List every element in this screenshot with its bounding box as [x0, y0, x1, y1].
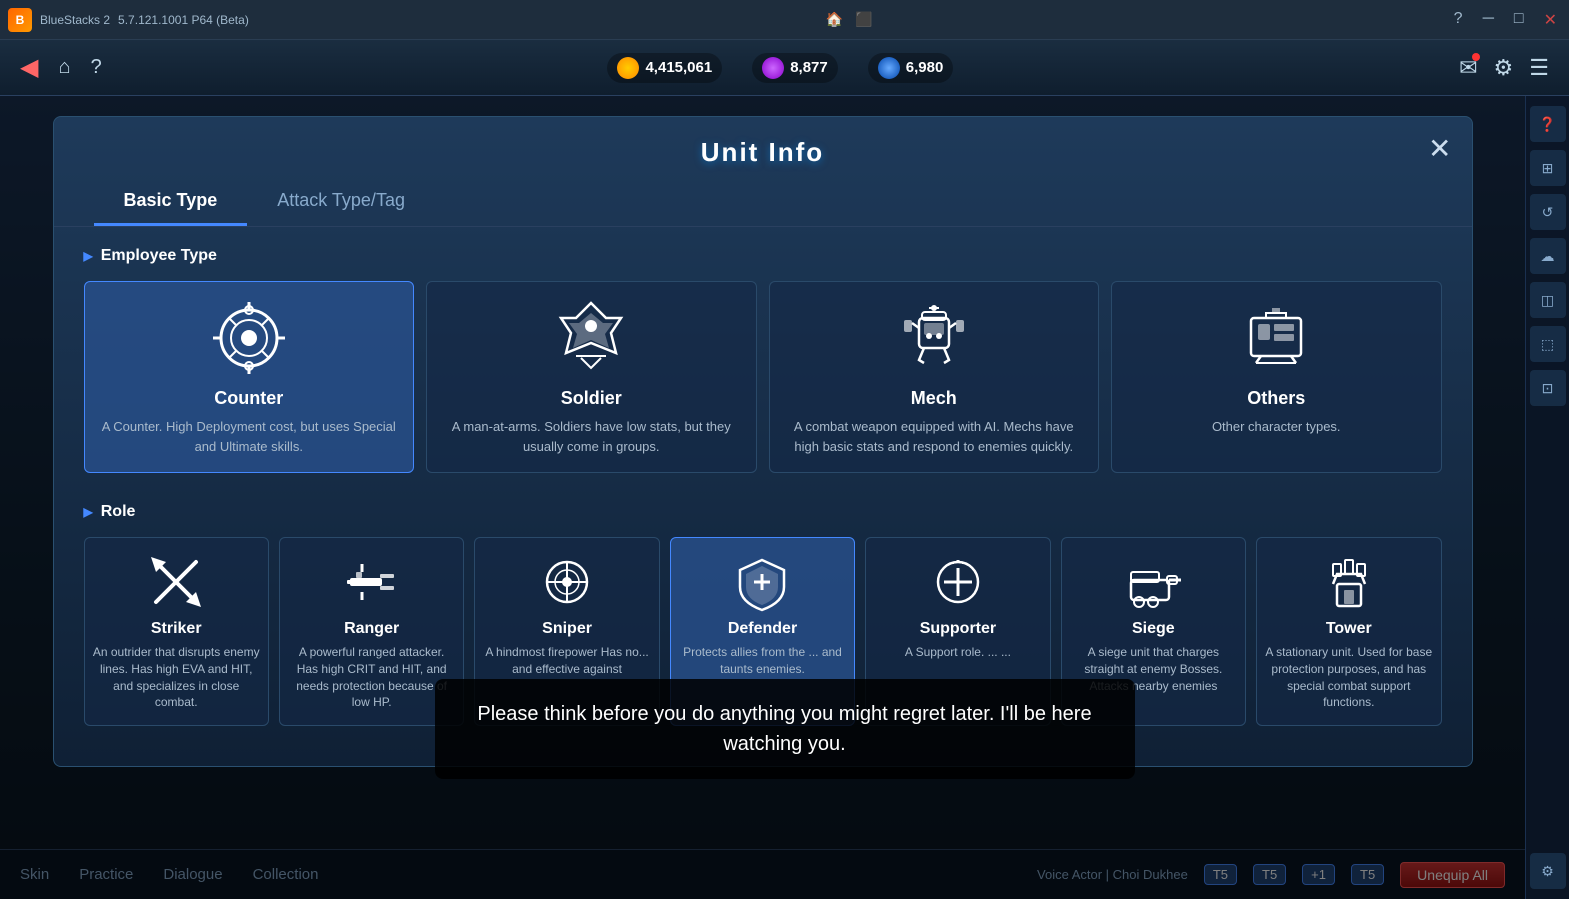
- settings-icon[interactable]: ⚙: [1494, 55, 1514, 81]
- ranger-icon: [342, 552, 402, 612]
- top-nav-left: ◀ ⌂ ?: [20, 53, 102, 82]
- ranger-desc: A powerful ranged attacker. Has high CRI…: [288, 644, 455, 711]
- counter-name: Counter: [97, 388, 402, 409]
- sidebar-btn-5[interactable]: ◫: [1530, 282, 1566, 318]
- sidebar-btn-2[interactable]: ⊞: [1530, 150, 1566, 186]
- crystal-currency: 6,980: [868, 53, 954, 83]
- close-ctrl[interactable]: ✕: [1540, 10, 1561, 30]
- sniper-icon: [537, 552, 597, 612]
- others-icon: [1236, 298, 1316, 378]
- counter-desc: A Counter. High Deployment cost, but use…: [97, 417, 402, 456]
- siege-name: Siege: [1070, 620, 1237, 638]
- help-nav-icon[interactable]: ?: [91, 56, 102, 79]
- home-icon[interactable]: 🏠: [826, 11, 843, 28]
- role-header: Role: [84, 503, 1442, 521]
- window-icon[interactable]: ⬛: [855, 11, 872, 28]
- mech-desc: A combat weapon equipped with AI. Mechs …: [782, 417, 1087, 456]
- tab-basic-type[interactable]: Basic Type: [94, 178, 248, 226]
- others-desc: Other character types.: [1124, 417, 1429, 437]
- back-button[interactable]: ◀: [20, 53, 38, 82]
- sidebar-btn-1[interactable]: ❓: [1530, 106, 1566, 142]
- type-card-mech[interactable]: Mech A combat weapon equipped with AI. M…: [769, 281, 1100, 473]
- help-ctrl[interactable]: ?: [1450, 10, 1467, 30]
- tower-desc: A stationary unit. Used for base protect…: [1265, 644, 1432, 711]
- sidebar-bottom-btn[interactable]: ⚙: [1530, 851, 1566, 891]
- striker-icon: [146, 552, 206, 612]
- others-name: Others: [1124, 388, 1429, 409]
- title-bar: B BlueStacks 2 5.7.121.1001 P64 (Beta) 🏠…: [0, 0, 1569, 40]
- soldier-icon: [551, 298, 631, 378]
- title-bar-icons: 🏠 ⬛: [826, 11, 873, 28]
- striker-name: Striker: [93, 620, 260, 638]
- maximize-ctrl[interactable]: □: [1510, 10, 1528, 30]
- notification-text: Please think before you do anything you …: [477, 703, 1091, 755]
- notification-overlay: Please think before you do anything you …: [435, 679, 1135, 779]
- soldier-name: Soldier: [439, 388, 744, 409]
- mail-button[interactable]: ✉: [1459, 55, 1477, 81]
- gold-value: 4,415,061: [645, 59, 712, 76]
- crystal-icon: [878, 57, 900, 79]
- main-content: ❓ ⊞ ↺ ☁ ◫ ⬚ ⊡ ⚙ Unit Info ✕ Basic Type A…: [0, 96, 1569, 899]
- mech-name: Mech: [782, 388, 1087, 409]
- ranger-name: Ranger: [288, 620, 455, 638]
- sidebar-btn-6[interactable]: ⬚: [1530, 326, 1566, 362]
- gem-currency: 8,877: [752, 53, 838, 83]
- supporter-desc: A Support role. ... ...: [874, 644, 1041, 661]
- gold-currency: 4,415,061: [607, 53, 722, 83]
- modal-close-button[interactable]: ✕: [1428, 132, 1451, 165]
- type-card-others[interactable]: Others Other character types.: [1111, 281, 1442, 473]
- striker-desc: An outrider that disrupts enemy lines. H…: [93, 644, 260, 711]
- home-nav-icon[interactable]: ⌂: [58, 56, 70, 79]
- gem-value: 8,877: [790, 59, 828, 76]
- supporter-icon: [928, 552, 988, 612]
- app-logo: B: [8, 8, 32, 32]
- sniper-desc: A hindmost firepower Has no... and effec…: [483, 644, 650, 678]
- sidebar-btn-3[interactable]: ↺: [1530, 194, 1566, 230]
- defender-icon: [732, 552, 792, 612]
- crystal-value: 6,980: [906, 59, 944, 76]
- sidebar-btn-4[interactable]: ☁: [1530, 238, 1566, 274]
- app-name: BlueStacks 2: [40, 13, 110, 27]
- mail-notification-dot: [1472, 53, 1480, 61]
- top-nav-right: ✉ ⚙ ☰: [1459, 55, 1549, 81]
- supporter-name: Supporter: [874, 620, 1041, 638]
- role-card-tower[interactable]: Tower A stationary unit. Used for base p…: [1256, 537, 1441, 726]
- top-nav: ◀ ⌂ ? 4,415,061 8,877 6,980 ✉ ⚙ ☰: [0, 40, 1569, 96]
- sidebar-settings-icon[interactable]: ⚙: [1530, 853, 1566, 889]
- type-card-counter[interactable]: Counter A Counter. High Deployment cost,…: [84, 281, 415, 473]
- soldier-desc: A man-at-arms. Soldiers have low stats, …: [439, 417, 744, 456]
- minimize-ctrl[interactable]: ─: [1479, 10, 1498, 30]
- tab-attack-type[interactable]: Attack Type/Tag: [247, 178, 435, 226]
- sniper-name: Sniper: [483, 620, 650, 638]
- mech-icon: [894, 298, 974, 378]
- unit-info-modal: Unit Info ✕ Basic Type Attack Type/Tag E…: [53, 116, 1473, 767]
- employee-type-grid: Counter A Counter. High Deployment cost,…: [84, 281, 1442, 473]
- title-bar-controls: ? ─ □ ✕: [1450, 10, 1561, 30]
- right-sidebar: ❓ ⊞ ↺ ☁ ◫ ⬚ ⊡ ⚙: [1525, 96, 1569, 899]
- tower-name: Tower: [1265, 620, 1432, 638]
- modal-tabs: Basic Type Attack Type/Tag: [54, 178, 1472, 227]
- employee-type-header: Employee Type: [84, 247, 1442, 265]
- type-card-soldier[interactable]: Soldier A man-at-arms. Soldiers have low…: [426, 281, 757, 473]
- gold-icon: [617, 57, 639, 79]
- defender-name: Defender: [679, 620, 846, 638]
- modal-title: Unit Info: [701, 137, 824, 167]
- modal-header: Unit Info ✕: [54, 117, 1472, 178]
- title-bar-left: B BlueStacks 2 5.7.121.1001 P64 (Beta): [8, 8, 249, 32]
- gem-icon: [762, 57, 784, 79]
- role-card-striker[interactable]: Striker An outrider that disrupts enemy …: [84, 537, 269, 726]
- tower-icon: [1319, 552, 1379, 612]
- counter-icon: [209, 298, 289, 378]
- menu-icon[interactable]: ☰: [1529, 55, 1549, 81]
- siege-icon: [1123, 552, 1183, 612]
- defender-desc: Protects allies from the ... and taunts …: [679, 644, 846, 678]
- currency-display: 4,415,061 8,877 6,980: [607, 53, 953, 83]
- sidebar-btn-7[interactable]: ⊡: [1530, 370, 1566, 406]
- app-version: 5.7.121.1001 P64 (Beta): [118, 13, 249, 27]
